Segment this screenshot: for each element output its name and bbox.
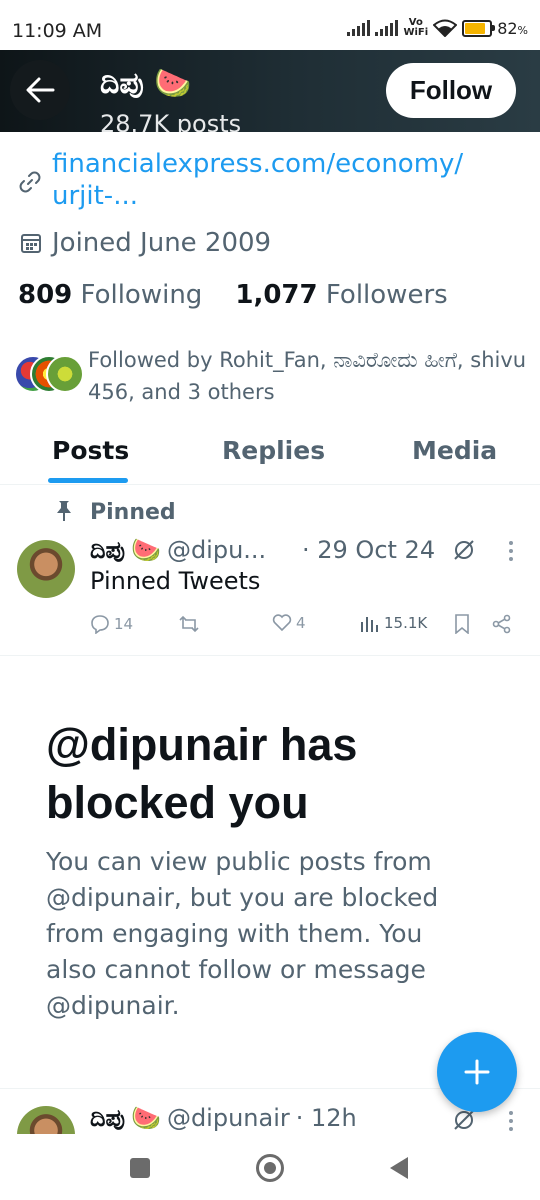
header-posts-count: 28.7K posts xyxy=(100,110,242,132)
active-tab-indicator xyxy=(48,478,128,483)
tweet-author-name[interactable]: ದಿಪು xyxy=(90,536,125,564)
tweet-divider xyxy=(0,655,540,656)
signal-icon xyxy=(347,20,371,36)
tab-media[interactable]: Media xyxy=(412,436,497,465)
reply-button[interactable]: 14 xyxy=(90,614,133,634)
status-bar: 11:09 AM Vo WiFi 82% xyxy=(0,0,540,50)
signal-icon-2 xyxy=(375,20,399,36)
tweet-author-handle[interactable]: @dipunair xyxy=(167,1104,290,1132)
header-title: ದಿಪು 🍉 xyxy=(100,66,192,101)
avatar xyxy=(46,355,84,393)
watermelon-emoji: 🍉 xyxy=(154,66,192,101)
heart-icon xyxy=(272,614,292,632)
profile-header: ದಿಪು 🍉 28.7K posts Follow xyxy=(0,50,540,132)
analytics-icon xyxy=(361,617,378,632)
status-icons: Vo WiFi 82% xyxy=(347,18,528,38)
share-icon[interactable] xyxy=(492,614,512,634)
following-link[interactable]: 809 Following xyxy=(18,280,202,310)
tweet-time[interactable]: · 12h xyxy=(296,1104,357,1132)
wifi-icon xyxy=(433,19,458,37)
retweet-icon xyxy=(179,615,199,633)
follow-counts: 809 Following 1,077 Followers xyxy=(18,280,448,310)
tweet-header: ದಿಪು 🍉 @dipunair · 12h xyxy=(90,1104,357,1132)
system-navigation-bar xyxy=(0,1134,540,1200)
retweet-button[interactable] xyxy=(178,614,200,634)
home-button[interactable] xyxy=(256,1154,284,1182)
more-options-icon[interactable] xyxy=(508,540,514,562)
tweet-text: Pinned Tweets xyxy=(90,567,261,595)
bookmark-icon[interactable] xyxy=(454,614,470,634)
more-options-icon[interactable] xyxy=(508,1110,514,1132)
followers-link[interactable]: 1,077 Followers xyxy=(235,280,447,310)
watermelon-emoji: 🍉 xyxy=(131,536,161,564)
like-button[interactable]: 4 xyxy=(272,614,306,632)
reply-icon xyxy=(91,615,109,634)
battery-percent: 82% xyxy=(497,18,528,38)
grok-icon[interactable] xyxy=(452,538,476,562)
battery-icon xyxy=(462,19,496,37)
plus-icon xyxy=(464,1059,490,1085)
tab-replies[interactable]: Replies xyxy=(222,436,325,465)
compose-post-button[interactable] xyxy=(437,1032,517,1112)
recents-button[interactable] xyxy=(130,1158,150,1178)
back-button[interactable] xyxy=(10,60,70,120)
back-nav-button[interactable] xyxy=(388,1156,410,1180)
arrow-left-icon xyxy=(26,77,55,103)
calendar-icon xyxy=(21,234,41,253)
status-time: 11:09 AM xyxy=(12,20,103,42)
blocked-description: You can view public posts from @dipunair… xyxy=(46,847,439,1020)
tabs-divider xyxy=(0,484,540,485)
followers-you-know-avatars[interactable] xyxy=(14,355,84,393)
home-dot xyxy=(264,1162,276,1174)
pinned-label: Pinned xyxy=(90,500,176,525)
views-button[interactable]: 15.1K xyxy=(360,614,427,632)
tweet-date[interactable]: · 29 Oct 24 xyxy=(302,536,435,564)
follow-button[interactable]: Follow xyxy=(386,63,516,118)
blocked-title: @dipunair has blocked you xyxy=(46,719,358,828)
tweet-author-name[interactable]: ದಿಪು xyxy=(90,1104,125,1132)
profile-website-link[interactable]: financialexpress.com/economy/urjit-... xyxy=(52,148,472,212)
tab-posts[interactable]: Posts xyxy=(52,436,129,465)
pin-icon xyxy=(57,501,71,521)
watermelon-emoji: 🍉 xyxy=(131,1104,161,1132)
followed-by-text[interactable]: Followed by Rohit_Fan, ನಾವಿರೋದು ಹೀಗೆ, sh… xyxy=(88,344,528,408)
tweet-avatar[interactable] xyxy=(17,1106,75,1134)
tweet-author-handle[interactable]: @dipu... xyxy=(167,536,266,564)
tweet-avatar[interactable] xyxy=(17,540,75,598)
link-icon xyxy=(19,171,41,193)
joined-date: Joined June 2009 xyxy=(52,228,272,258)
tweet-header: ದಿಪು 🍉 @dipu... xyxy=(90,536,266,564)
vowifi-indicator: Vo WiFi xyxy=(403,17,429,38)
